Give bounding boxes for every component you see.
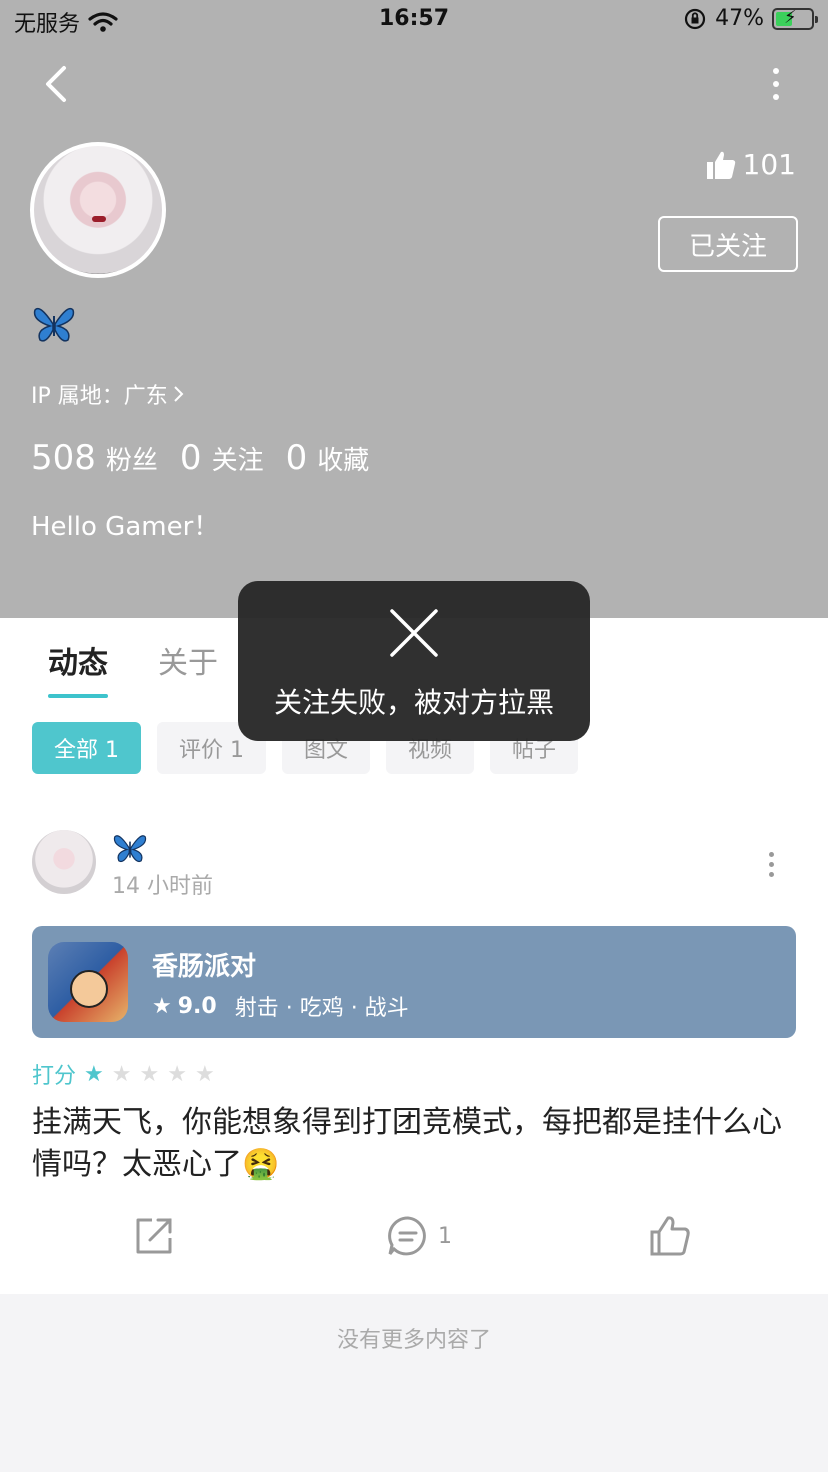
share-button[interactable] [132, 1214, 176, 1258]
thumbs-up-icon [706, 151, 735, 179]
fans-count[interactable]: 508 [31, 438, 96, 478]
battery-percent: 47% [715, 6, 764, 31]
status-right: 47% ⚡ [683, 6, 818, 31]
game-title: 香肠派对 [152, 952, 257, 982]
post-body: 挂满天飞，你能想象得到打团竞模式，每把都是挂什么心情吗？太恶心了🤮 [32, 1105, 782, 1182]
error-toast: 关注失败，被对方拉黑 [238, 581, 590, 741]
rating-label: 打分 [32, 1064, 77, 1089]
post-timestamp: 14 小时前 [112, 874, 213, 899]
star-icon: ★ [167, 1061, 187, 1087]
rating-row: 打分 ★ ★ ★ ★ ★ [32, 1058, 215, 1090]
following-label[interactable]: 关注 [212, 440, 264, 477]
game-card[interactable]: 香肠派对 ★ 9.0 射击 · 吃鸡 · 战斗 [32, 926, 796, 1038]
comment-count: 1 [438, 1223, 452, 1249]
post-more-button[interactable] [766, 852, 776, 880]
favorites-count[interactable]: 0 [286, 438, 308, 478]
battery-icon: ⚡ [772, 7, 818, 30]
close-icon [390, 609, 438, 657]
tab-about[interactable]: 关于 [158, 638, 218, 682]
share-icon [136, 1218, 172, 1254]
ip-location[interactable]: IP 属地：广东 [31, 378, 186, 410]
profile-stats: 508 粉丝 0 关注 0 收藏 [31, 438, 391, 478]
star-icon: ★ [84, 1061, 104, 1087]
toast-message: 关注失败，被对方拉黑 [273, 686, 554, 719]
game-tags: 射击 · 吃鸡 · 战斗 [234, 996, 409, 1021]
post-author-avatar[interactable] [32, 830, 96, 894]
star-icon: ★ [111, 1061, 132, 1087]
status-bar: 无服务 16:57 47% ⚡ [0, 0, 828, 44]
thumbs-up-icon [650, 1216, 690, 1256]
avatar[interactable] [30, 142, 166, 278]
profile-header: 无服务 16:57 47% ⚡ 101 已关注 IP 属地：广东 508 粉丝 … [0, 0, 828, 618]
rotation-lock-icon [684, 8, 706, 29]
butterfly-icon [33, 307, 75, 342]
chevron-right-icon [174, 386, 184, 402]
following-count[interactable]: 0 [180, 438, 202, 478]
fans-label[interactable]: 粉丝 [106, 440, 158, 477]
follow-button[interactable]: 已关注 [658, 216, 798, 272]
bio-text: Hello Gamer！ [31, 512, 220, 542]
game-meta: ★ 9.0 射击 · 吃鸡 · 战斗 [152, 990, 409, 1022]
comment-button[interactable]: 1 [386, 1214, 452, 1258]
star-icon: ★ [139, 1061, 160, 1087]
favorites-label[interactable]: 收藏 [317, 440, 369, 477]
likes-count: 101 [705, 148, 796, 181]
like-button[interactable] [648, 1214, 692, 1258]
tab-bar: 动态 关于 [48, 638, 218, 698]
game-icon [48, 942, 128, 1022]
back-button[interactable] [36, 62, 80, 106]
more-options-button[interactable] [764, 68, 788, 100]
star-icon: ★ [152, 993, 172, 1019]
game-score: 9.0 [177, 993, 217, 1019]
tab-activity[interactable]: 动态 [48, 638, 108, 698]
post-actions: 1 [0, 1214, 828, 1274]
end-of-list-text: 没有更多内容了 [336, 1328, 491, 1353]
comment-icon [388, 1216, 426, 1256]
star-icon: ★ [194, 1061, 215, 1087]
butterfly-icon [113, 835, 147, 863]
filter-all[interactable]: 全部 1 [32, 722, 141, 774]
